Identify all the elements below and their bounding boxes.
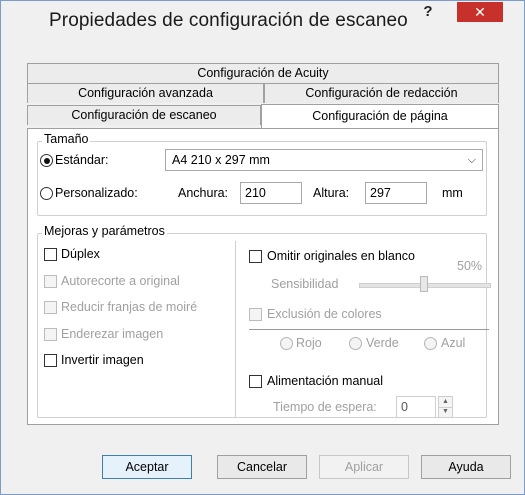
manual-feed-checkbox[interactable] [249, 375, 262, 388]
invert-checkbox[interactable] [44, 354, 57, 367]
enhancements-group [37, 233, 487, 418]
standard-label: Estándar: [55, 153, 109, 167]
size-group-label: Tamaño [42, 132, 91, 146]
tab-advanced[interactable]: Configuración avanzada [27, 83, 264, 103]
blue-label: Azul [441, 336, 466, 350]
moire-checkbox[interactable] [44, 301, 57, 314]
manual-feed-label: Alimentación manual [267, 374, 384, 388]
help-button[interactable]: Ayuda [421, 455, 511, 479]
tab-scan-settings[interactable]: Configuración de escaneo [27, 105, 261, 125]
color-dropout-divider [249, 329, 489, 330]
dialog-title: Propiedades de configuración de escaneo [49, 10, 408, 31]
tab-acuity[interactable]: Configuración de Acuity [27, 63, 499, 83]
tab-redaction[interactable]: Configuración de redacción [264, 83, 499, 103]
close-button[interactable]: ✕ [457, 2, 503, 22]
accept-button[interactable]: Aceptar [102, 455, 192, 479]
deskew-label: Enderezar imagen [61, 327, 164, 341]
deskew-checkbox[interactable] [44, 328, 57, 341]
cancel-button[interactable]: Cancelar [217, 455, 307, 479]
green-radio[interactable] [349, 337, 362, 350]
spin-down-icon[interactable]: ▼ [439, 407, 452, 417]
skip-blank-checkbox[interactable] [249, 250, 262, 263]
sensitivity-label: Sensibilidad [271, 277, 339, 291]
timeout-label: Tiempo de espera: [273, 400, 377, 414]
color-dropout-checkbox[interactable] [249, 308, 262, 321]
page-size-select[interactable]: A4 210 x 297 mm ⌵ [165, 149, 483, 171]
height-input[interactable]: 297 [365, 182, 427, 204]
apply-button[interactable]: Aplicar [319, 455, 409, 479]
moire-label: Reducir franjas de moiré [61, 300, 198, 314]
invert-label: Invertir imagen [61, 353, 144, 367]
help-icon[interactable]: ? [413, 1, 443, 23]
page-size-value: A4 210 x 297 mm [172, 153, 270, 167]
timeout-spinner[interactable]: ▲ ▼ [438, 396, 453, 418]
enhancements-group-label: Mejoras y parámetros [42, 224, 167, 238]
skip-blank-label: Omitir originales en blanco [267, 249, 415, 263]
blue-radio[interactable] [424, 337, 437, 350]
timeout-input[interactable]: 0 [396, 396, 436, 418]
custom-label: Personalizado: [55, 186, 138, 200]
color-dropout-label: Exclusión de colores [267, 307, 382, 321]
width-label: Anchura: [178, 186, 229, 200]
green-label: Verde [366, 336, 399, 350]
title-bar[interactable]: Propiedades de configuración de escaneo … [1, 1, 524, 41]
standard-radio[interactable] [40, 154, 53, 167]
sensitivity-slider-thumb[interactable] [420, 276, 428, 292]
chevron-down-icon: ⌵ [467, 154, 476, 166]
unit-label: mm [442, 186, 463, 200]
dialog-window: Propiedades de configuración de escaneo … [0, 0, 525, 495]
autocrop-checkbox[interactable] [44, 275, 57, 288]
red-radio[interactable] [280, 337, 293, 350]
red-label: Rojo [296, 336, 322, 350]
sensitivity-value: 50% [457, 259, 483, 273]
width-input[interactable]: 210 [240, 182, 302, 204]
column-divider [235, 241, 236, 417]
duplex-label: Dúplex [61, 247, 100, 261]
height-label: Altura: [313, 186, 350, 200]
custom-radio[interactable] [40, 187, 53, 200]
duplex-checkbox[interactable] [44, 248, 57, 261]
tab-page-settings[interactable]: Configuración de página [261, 104, 499, 128]
autocrop-label: Autorecorte a original [61, 274, 180, 288]
tab-panel-page-settings: Tamaño Estándar: A4 210 x 297 mm ⌵ Perso… [27, 128, 499, 425]
